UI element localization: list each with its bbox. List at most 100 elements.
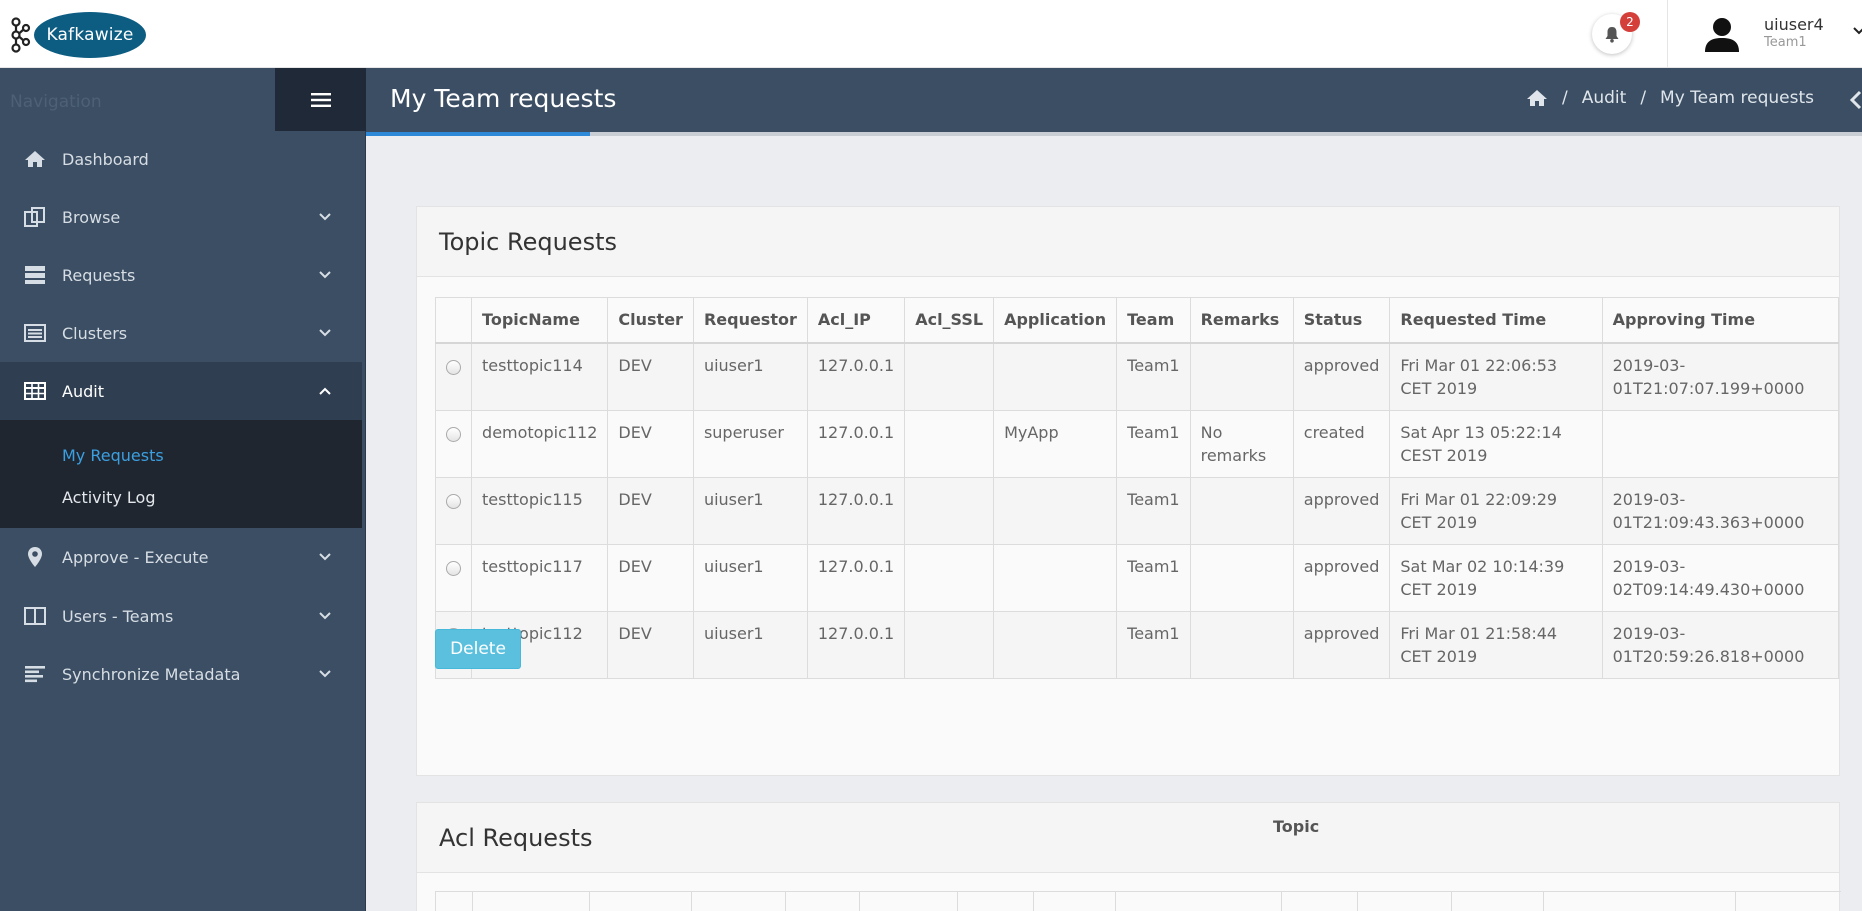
cell-team: Team1	[1116, 409, 1191, 478]
submenu-item-my-requests[interactable]: My Requests	[62, 446, 164, 465]
row-select-cell	[434, 409, 473, 478]
sidebar-item-synchronize-metadata[interactable]: Synchronize Metadata	[0, 645, 362, 703]
kafka-logo-icon	[11, 17, 31, 53]
chevron-down-icon	[319, 670, 331, 678]
sidebar-item-dashboard[interactable]: Dashboard	[0, 130, 362, 188]
breadcrumb-audit[interactable]: Audit	[1582, 88, 1627, 108]
cell-application	[993, 476, 1118, 545]
cell-requested-time: Fri Mar 01 22:06:53 CET 2019	[1389, 342, 1603, 411]
cell-team: Team1	[1116, 476, 1191, 545]
cell-cluster: DEV	[607, 476, 694, 545]
row-select-radio[interactable]	[446, 359, 462, 375]
row-select-cell	[434, 543, 473, 612]
sidebar-item-users-teams[interactable]: Users - Teams	[0, 587, 362, 645]
cell-remarks	[1189, 476, 1294, 545]
cell-application	[993, 342, 1118, 411]
chevron-down-icon	[319, 329, 331, 337]
cell-status: approved	[1292, 476, 1391, 545]
delete-button[interactable]: Delete	[435, 629, 521, 669]
sidebar-item-label: Users - Teams	[62, 606, 174, 626]
chevron-down-icon	[319, 612, 331, 620]
cell-acl-ssl	[904, 610, 995, 679]
cell-acl-ssl	[904, 342, 995, 411]
brand-name: Kafkawize	[34, 12, 146, 58]
cell-acl-ip: 127.0.0.1	[806, 409, 906, 478]
cell-status: approved	[1292, 610, 1391, 679]
audit-submenu: My Requests Activity Log	[0, 420, 362, 528]
column-header-requestor: Requestor	[692, 297, 808, 344]
sidebar-item-audit[interactable]: Audit	[0, 362, 362, 420]
column-header-acl-ssl: Acl_SSL	[904, 297, 995, 344]
cell-remarks	[1189, 543, 1294, 612]
sidebar-item-clusters[interactable]: Clusters	[0, 304, 362, 362]
cell-application	[993, 610, 1118, 679]
sidebar-item-label: Dashboard	[62, 149, 149, 169]
row-select-radio[interactable]	[446, 560, 462, 576]
brand-logo[interactable]: Kafkawize	[8, 10, 146, 60]
cell-remarks	[1189, 342, 1294, 411]
cell-requestor: uiuser1	[692, 543, 808, 612]
acl-requests-panel: Acl Requests Topic	[416, 802, 1841, 911]
chevron-up-icon	[319, 387, 331, 395]
row-select-cell	[434, 476, 473, 545]
cell-acl-ip: 127.0.0.1	[806, 476, 906, 545]
chevron-down-icon	[319, 213, 331, 221]
column-header-requested-time: Requested Time	[1389, 297, 1603, 344]
cell-status: approved	[1292, 342, 1391, 411]
row-select-radio[interactable]	[446, 426, 462, 442]
row-select-radio[interactable]	[446, 493, 462, 509]
cell-requested-time: Sat Mar 02 10:14:39 CET 2019	[1389, 543, 1603, 612]
table-row: testtopic112 DEV uiuser1 127.0.0.1 Team1 appr…	[434, 610, 1840, 679]
sidebar-item-label: Audit	[62, 381, 104, 401]
column-header-remarks: Remarks	[1189, 297, 1294, 344]
user-name[interactable]: uiuser4	[1764, 15, 1824, 34]
cell-requestor: superuser	[692, 409, 808, 478]
cell-remarks	[1189, 610, 1294, 679]
cell-acl-ip: 127.0.0.1	[806, 342, 906, 411]
cell-requested-time: Sat Apr 13 05:22:14 CEST 2019	[1389, 409, 1603, 478]
cell-acl-ssl	[904, 476, 995, 545]
header-divider	[1667, 0, 1668, 68]
row-select-cell	[434, 342, 473, 411]
sidebar-item-browse[interactable]: Browse	[0, 188, 362, 246]
table-icon	[22, 379, 48, 403]
cell-topicname: testtopic117	[471, 543, 609, 612]
user-team: Team1	[1764, 35, 1807, 50]
sidebar-item-approve-execute[interactable]: Approve - Execute	[0, 528, 362, 586]
cell-acl-ip: 127.0.0.1	[806, 543, 906, 612]
cell-requested-time: Fri Mar 01 21:58:44 CET 2019	[1389, 610, 1603, 679]
sidebar-title: Navigation	[10, 92, 102, 112]
breadcrumb: / Audit / My Team requests	[1526, 88, 1814, 108]
list-icon	[22, 321, 48, 345]
chevron-down-icon	[319, 553, 331, 561]
table-row: testtopic117 DEV uiuser1 127.0.0.1 Team1 appr…	[434, 543, 1840, 612]
cell-approving-time: 2019-03-01T21:09:43.363+0000	[1601, 476, 1840, 545]
sidebar-toggle-button[interactable]	[275, 68, 366, 131]
notification-count-badge: 2	[1620, 12, 1640, 32]
table-row: testtopic115 DEV uiuser1 127.0.0.1 Team1 appr…	[434, 476, 1840, 545]
breadcrumb-separator: /	[1561, 88, 1568, 108]
cell-acl-ip: 127.0.0.1	[806, 610, 906, 679]
cell-cluster: DEV	[607, 409, 694, 478]
chevron-down-icon[interactable]	[1852, 24, 1862, 38]
user-avatar-icon[interactable]	[1702, 14, 1742, 54]
sidebar-item-requests[interactable]: Requests	[0, 246, 362, 304]
table-row: testtopic114 DEV uiuser1 127.0.0.1 Team1 appr…	[434, 342, 1840, 411]
column-header-approving-time: Approving Time	[1601, 297, 1840, 344]
topic-requests-title: Topic Requests	[417, 207, 1839, 277]
cell-team: Team1	[1116, 543, 1191, 612]
submenu-item-activity-log[interactable]: Activity Log	[62, 488, 156, 507]
bell-icon	[1605, 26, 1619, 43]
chevron-left-icon[interactable]	[1848, 90, 1862, 110]
column-header-application: Application	[993, 297, 1118, 344]
cell-approving-time: 2019-03-01T21:07:07.199+0000	[1601, 342, 1840, 411]
home-icon[interactable]	[1526, 89, 1548, 107]
columns-icon	[22, 604, 48, 628]
table-header-row: TopicName Cluster Requestor Acl_IP Acl_S…	[434, 297, 1840, 344]
cell-topicname: demotopic112	[471, 409, 609, 478]
page-progress-fill	[366, 132, 591, 136]
cell-cluster: DEV	[607, 610, 694, 679]
topic-requests-panel: Topic Requests TopicName Cluster Request…	[416, 206, 1840, 776]
table-row: demotopic112 DEV superuser 127.0.0.1 MyApp Te…	[434, 409, 1840, 478]
cell-status: approved	[1292, 543, 1391, 612]
